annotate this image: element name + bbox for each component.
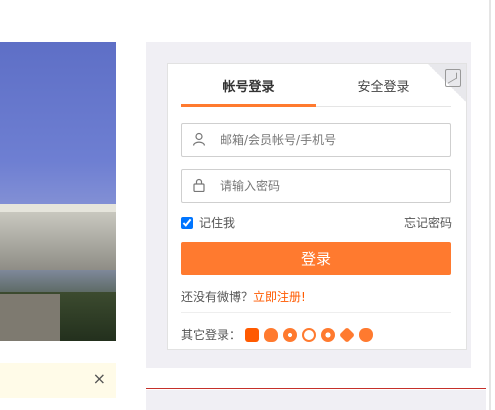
close-icon[interactable]: × [93, 369, 106, 389]
baidu-icon[interactable] [359, 327, 374, 342]
divider [181, 312, 451, 313]
remember-label: 记住我 [199, 216, 236, 230]
login-tabs: 帐号登录 安全登录 [181, 74, 451, 107]
notice-bar: × [0, 363, 116, 398]
login-card: 帐号登录 安全登录 记住我 忘记密码 登录 还没有微博？立即注册! 其它登录： [167, 63, 467, 350]
password-field[interactable] [181, 169, 451, 203]
banner-shed [0, 212, 116, 270]
banner-image[interactable] [0, 42, 116, 341]
scrollbar[interactable] [489, 0, 491, 410]
password-input[interactable] [218, 170, 442, 202]
login-button[interactable]: 登录 [181, 242, 451, 275]
register-prompt: 还没有微博？ [181, 290, 254, 304]
renren-icon[interactable] [302, 327, 317, 342]
social-login-icons [245, 326, 374, 343]
douban-icon[interactable] [339, 326, 355, 343]
other-login-row: 其它登录： [181, 326, 374, 343]
user-icon [192, 132, 206, 146]
forgot-password-link[interactable]: 忘记密码 [404, 214, 452, 231]
tab-secure-login[interactable]: 安全登录 [316, 74, 451, 104]
other-login-label: 其它登录： [181, 328, 242, 342]
footer-strip [146, 390, 486, 410]
footer-divider-red [146, 388, 486, 389]
qq-icon[interactable] [264, 327, 279, 342]
remember-checkbox[interactable] [181, 216, 193, 229]
lock-icon [193, 178, 205, 192]
register-row: 还没有微博？立即注册! [181, 288, 306, 305]
register-link[interactable]: 立即注册! [253, 290, 306, 304]
kaixin-icon[interactable] [321, 327, 336, 342]
banner-building [0, 294, 60, 341]
tab-account-login[interactable]: 帐号登录 [181, 74, 316, 107]
weibo-icon[interactable] [283, 327, 298, 342]
username-input[interactable] [218, 124, 442, 156]
taobao-icon[interactable] [245, 327, 260, 342]
remember-me[interactable]: 记住我 [181, 214, 235, 231]
username-field[interactable] [181, 123, 451, 157]
